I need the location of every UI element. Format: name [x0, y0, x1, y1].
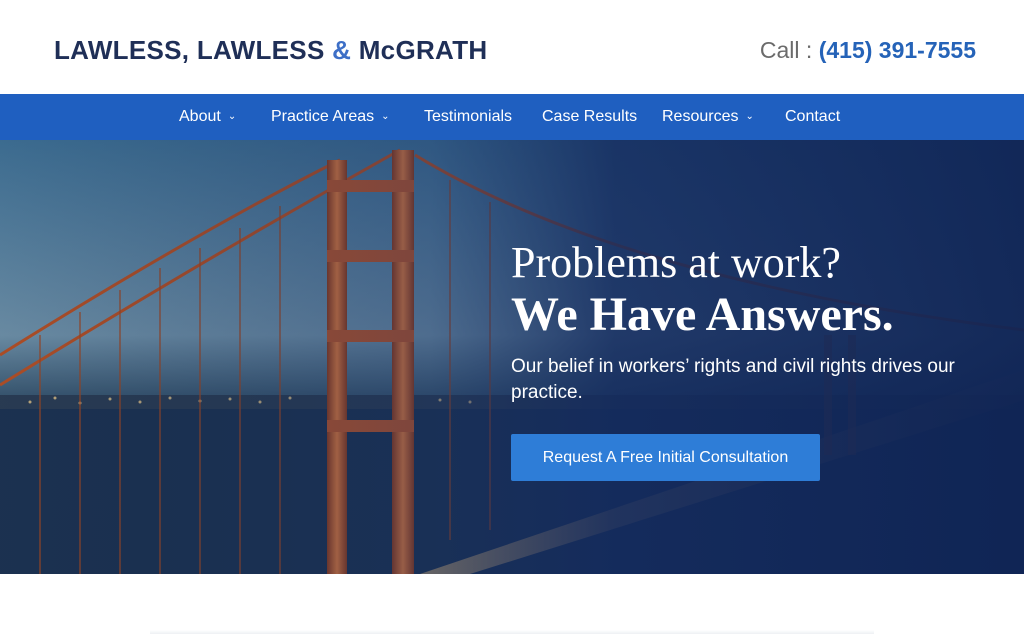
logo-ampersand: &	[332, 35, 352, 65]
hero-banner: Problems at work? We Have Answers. Our b…	[0, 140, 1024, 574]
nav-item-label: Contact	[785, 108, 841, 125]
site-header: LAWLESS, LAWLESS & McGRATH Call : (415) …	[0, 0, 1024, 94]
logo-text-part2: McGRATH	[351, 35, 488, 65]
call-label: Call :	[759, 37, 819, 63]
hero-text: Problems at work? We Have Answers. Our b…	[511, 238, 981, 406]
nav-item-practice-areas[interactable]: Practice Areas ⌄	[271, 94, 390, 140]
free-consultation-button[interactable]: Request A Free Initial Consultation	[511, 434, 820, 481]
logo-text-part1: LAWLESS, LAWLESS	[54, 35, 333, 65]
chevron-down-icon: ⌄	[227, 111, 237, 122]
nav-item-contact[interactable]: Contact	[785, 94, 840, 140]
hero-subtext: Our belief in workers’ rights and civil …	[511, 356, 955, 403]
nav-item-testimonials[interactable]: Testimonials	[424, 94, 512, 140]
nav-item-resources[interactable]: Resources ⌄	[662, 94, 754, 140]
hero-headline-1: Problems at work?	[511, 238, 841, 287]
phone-link[interactable]: (415) 391-7555	[819, 37, 976, 63]
call-info: Call : (415) 391-7555	[760, 37, 976, 64]
nav-item-about[interactable]: About ⌄	[179, 94, 236, 140]
hero-headline-2: We Have Answers.	[511, 288, 894, 341]
main-nav: About ⌄ Practice Areas ⌄ Testimonials Case…	[0, 94, 1024, 140]
nav-item-label: Testimonials	[424, 108, 513, 125]
section-divider	[150, 630, 874, 634]
nav-item-label: Case Results	[542, 108, 638, 125]
nav-item-label: Resources	[662, 108, 739, 125]
chevron-down-icon: ⌄	[381, 111, 390, 122]
chevron-down-icon: ⌄	[745, 111, 754, 122]
nav-item-case-results[interactable]: Case Results	[542, 94, 637, 140]
site-logo[interactable]: LAWLESS, LAWLESS & McGRATH	[54, 35, 487, 66]
nav-item-label: About	[179, 108, 221, 125]
content-area	[0, 574, 1024, 634]
nav-item-label: Practice Areas	[271, 108, 375, 125]
